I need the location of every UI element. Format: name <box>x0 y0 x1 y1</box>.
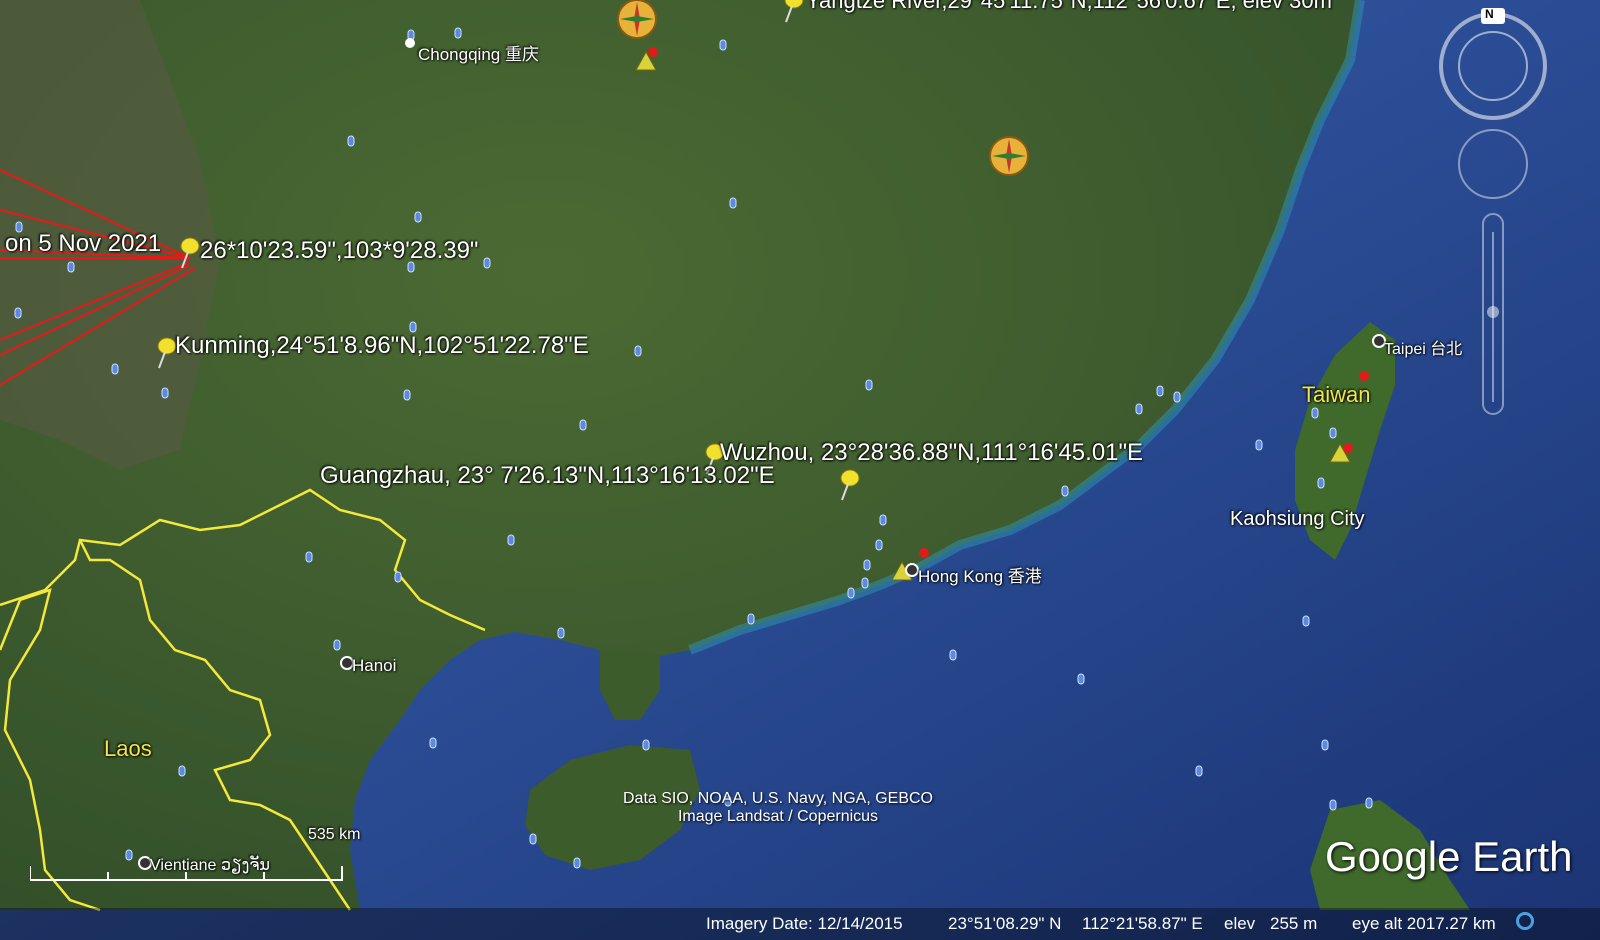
navigation-controls[interactable] <box>1437 2 1553 422</box>
move-joystick[interactable] <box>1458 129 1528 199</box>
credit-line-2: Image Landsat / Copernicus <box>677 808 879 825</box>
yellow-pushpin-icon[interactable] <box>178 236 200 270</box>
zoom-slider[interactable] <box>1482 213 1504 415</box>
country-label-laos[interactable]: Laos <box>104 736 152 762</box>
place-label-kaohsiung[interactable]: Kaohsiung City <box>1230 508 1365 531</box>
look-ring[interactable] <box>1439 12 1547 120</box>
scale-label: 535 km <box>308 826 361 843</box>
city-dot <box>405 38 415 48</box>
north-label[interactable]: N <box>1485 7 1494 21</box>
elevation-label: elev <box>1224 914 1256 933</box>
streaming-indicator-icon <box>1516 912 1534 930</box>
scale-bar <box>30 866 343 881</box>
wuzhou-label[interactable]: Wuzhou, 23°28'36.88"N,111°16'45.01"E <box>720 439 1143 467</box>
status-bar: Imagery Date: 12/14/2015 23°51'08.29" N … <box>0 908 1600 940</box>
eye-altitude: eye alt 2017.27 km <box>1352 914 1496 933</box>
imagery-date: Imagery Date: 12/14/2015 <box>706 914 903 933</box>
country-label-taiwan[interactable]: Taiwan <box>1302 382 1370 408</box>
place-label-hongkong[interactable]: Hong Kong 香港 <box>918 562 1042 587</box>
yangtze-label[interactable]: Yangtze River,29°45'11.75"N,112°56'0.67"… <box>806 0 1332 14</box>
guangzhou-label[interactable]: Guangzhau, 23° 7'26.13"N,113°16'13.02"E <box>320 462 775 490</box>
credit-line-1: Data SIO, NOAA, U.S. Navy, NGA, GEBCO <box>623 790 933 807</box>
google-earth-logo: Google Earth <box>1325 833 1573 880</box>
triangle-marker-icon[interactable] <box>635 47 658 71</box>
latitude-readout: 23°51'08.29" N <box>948 914 1062 933</box>
red-pin-icon[interactable] <box>1359 371 1369 381</box>
place-label-chongqing[interactable]: Chongqing 重庆 <box>418 40 539 65</box>
city-dot <box>905 563 919 577</box>
yellow-pushpin-icon[interactable] <box>782 0 804 24</box>
longitude-readout: 112°21'58.87" E <box>1082 914 1203 933</box>
map-view[interactable]: Yangtze River,29°45'11.75"N,112°56'0.67"… <box>0 0 1600 940</box>
triangle-marker-icon[interactable] <box>1329 442 1353 463</box>
date-note-label[interactable]: on 5 Nov 2021 <box>5 230 161 258</box>
kunming-label[interactable]: Kunming,24°51'8.96"N,102°51'22.78"E <box>175 332 589 360</box>
data-credit: Data SIO, NOAA, U.S. Navy, NGA, GEBCO Im… <box>600 790 956 826</box>
yellow-pushpin-icon[interactable] <box>838 468 860 502</box>
elevation-value: 255 m <box>1270 914 1318 933</box>
place-label-hanoi[interactable]: Hanoi <box>352 656 396 676</box>
yellow-pushpin-icon[interactable] <box>155 336 177 370</box>
point-coords-label[interactable]: 26*10'23.59",103*9'28.39" <box>200 237 478 265</box>
